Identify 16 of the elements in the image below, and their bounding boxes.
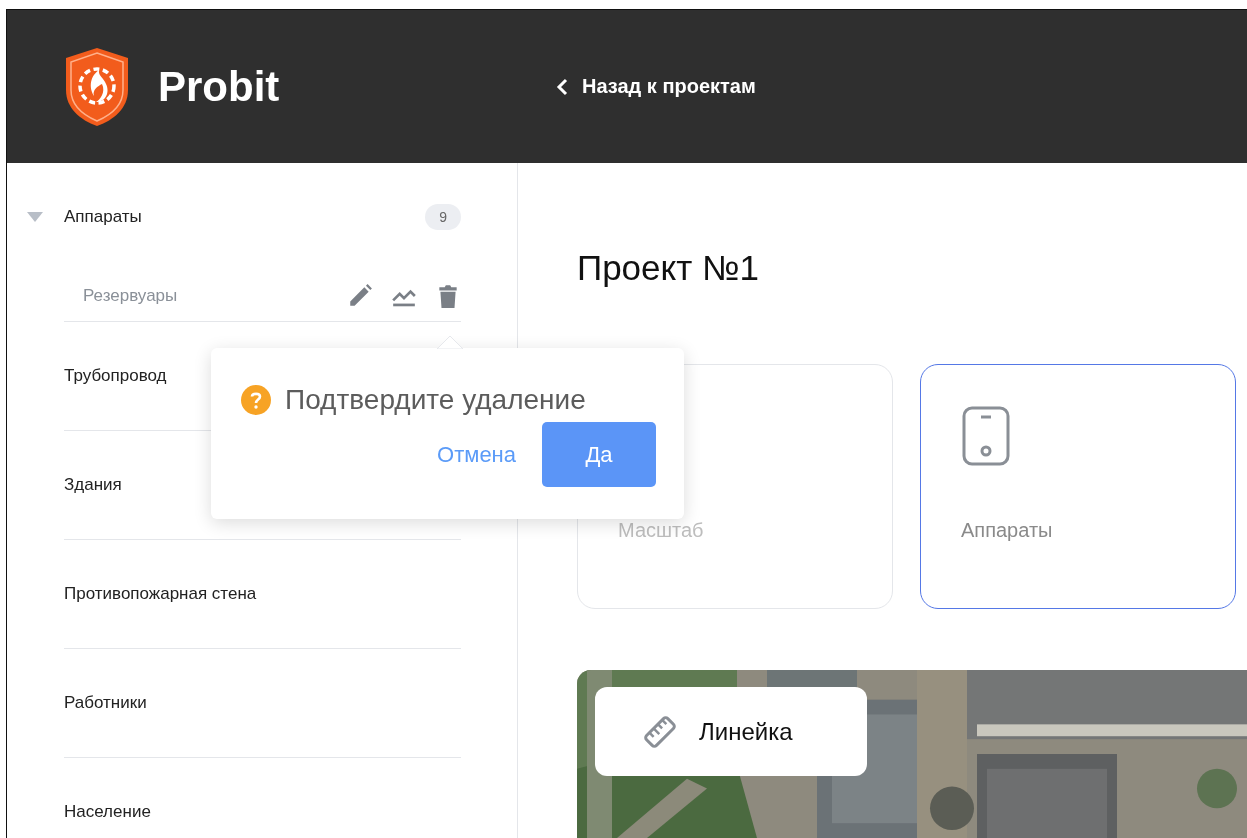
question-icon <box>241 385 271 415</box>
back-link[interactable]: Назад к проектам <box>556 75 756 98</box>
logo-text: Probit <box>158 62 280 111</box>
page-title: Проект №1 <box>577 247 761 289</box>
sidebar-item[interactable]: Аппараты <box>64 207 142 227</box>
edit-icon[interactable] <box>347 283 373 309</box>
back-icon[interactable] <box>556 77 568 96</box>
device-icon <box>961 405 1011 467</box>
ruler-button[interactable]: Линейка <box>595 687 867 776</box>
card-label: Аппараты <box>961 519 1054 542</box>
sidebar-item[interactable]: Население <box>64 758 461 838</box>
sidebar-item[interactable]: Работники <box>64 649 461 758</box>
count-badge: 9 <box>425 204 461 230</box>
ruler-icon <box>643 714 677 749</box>
card-label: Масштаб <box>618 519 705 542</box>
sidebar-item[interactable]: Противопожарная стена <box>64 540 461 649</box>
